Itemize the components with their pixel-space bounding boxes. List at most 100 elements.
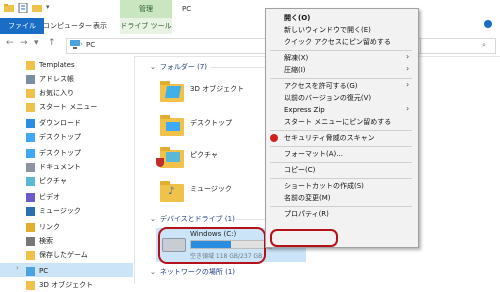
chevron-right-icon[interactable]: › bbox=[80, 40, 83, 48]
sidebar-item-label: 検索 bbox=[39, 237, 53, 245]
desktop-icon bbox=[26, 132, 35, 142]
menu-item[interactable]: 解凍(X) bbox=[284, 53, 308, 63]
sidebar-item[interactable]: スタート メニュー bbox=[26, 100, 97, 114]
search-icon[interactable]: ⌕ bbox=[482, 41, 486, 50]
chevron-down-icon[interactable]: ⌄ bbox=[150, 63, 156, 71]
divider bbox=[236, 219, 265, 220]
desktop-icon bbox=[26, 148, 35, 158]
desktop-icon bbox=[166, 122, 180, 131]
sidebar-item-label: デスクトップ bbox=[39, 133, 81, 141]
new-folder-icon[interactable] bbox=[32, 3, 42, 13]
document-icon bbox=[26, 162, 35, 172]
menu-separator bbox=[270, 206, 412, 207]
pc-icon bbox=[26, 266, 35, 276]
address-path: PC bbox=[86, 41, 96, 49]
properties-icon[interactable] bbox=[18, 2, 28, 14]
title-bar bbox=[0, 0, 500, 18]
folder-pictures[interactable]: ピクチャ bbox=[190, 150, 218, 160]
sidebar-item[interactable]: 保存したゲーム bbox=[26, 248, 88, 262]
sidebar-item[interactable]: ピクチャ bbox=[26, 174, 67, 188]
section-network-label: ネットワークの場所 (1) bbox=[159, 268, 236, 276]
properties-highlight-ring bbox=[270, 229, 338, 247]
shield-icon bbox=[156, 158, 164, 167]
link-icon bbox=[26, 222, 35, 232]
contextual-tab-label: 管理 bbox=[120, 0, 172, 18]
folder-icon bbox=[26, 250, 35, 260]
music-icon: ♪ bbox=[168, 186, 175, 197]
menu-item[interactable]: ショートカットの作成(S) bbox=[284, 181, 364, 191]
section-devices[interactable]: ⌄ デバイスとドライブ (1) bbox=[150, 214, 235, 224]
contacts-icon bbox=[26, 74, 35, 84]
tab-drive-tools[interactable]: ドライブ ツール bbox=[120, 18, 172, 34]
back-icon[interactable]: ← bbox=[6, 38, 14, 48]
help-icon[interactable] bbox=[484, 20, 492, 28]
video-icon bbox=[26, 192, 35, 202]
divider bbox=[210, 67, 265, 68]
section-network[interactable]: ⌄ ネットワークの場所 (1) bbox=[150, 267, 235, 277]
sidebar-item-label: デスクトップ bbox=[39, 149, 81, 157]
section-folders-label: フォルダー (7) bbox=[159, 63, 208, 71]
sidebar-item[interactable]: ミュージック bbox=[26, 204, 81, 218]
menu-item[interactable]: 圧縮(I) bbox=[284, 65, 306, 75]
sidebar-item[interactable]: リンク bbox=[26, 220, 60, 234]
sidebar-item-label: お気に入り bbox=[39, 89, 74, 97]
forward-icon[interactable]: → bbox=[20, 38, 28, 48]
menu-item[interactable]: Express Zip bbox=[284, 105, 325, 115]
menu-item[interactable]: セキュリティ脅威のスキャン bbox=[284, 133, 375, 143]
chevron-right-icon: › bbox=[406, 64, 410, 73]
sidebar-item[interactable]: デスクトップ bbox=[26, 146, 81, 160]
window-title: PC bbox=[182, 5, 192, 13]
sidebar-item-label: 保存したゲーム bbox=[39, 251, 88, 259]
chevron-right-icon: › bbox=[406, 80, 410, 89]
sidebar-item[interactable]: 検索 bbox=[26, 234, 53, 248]
sidebar-item-label: 3D オブジェクト bbox=[39, 281, 94, 289]
sidebar-item-label: Templates bbox=[39, 61, 75, 69]
sidebar-item-label: PC bbox=[39, 267, 49, 275]
sidebar-item[interactable]: 3D オブジェクト bbox=[26, 278, 93, 292]
menu-item[interactable]: クイック アクセスにピン留めする bbox=[284, 37, 391, 47]
menu-item[interactable]: 以前のバージョンの復元(V) bbox=[284, 93, 371, 103]
music-icon bbox=[26, 206, 35, 216]
menu-item[interactable]: プロパティ(R) bbox=[284, 209, 329, 219]
chevron-down-icon[interactable]: ▾ bbox=[46, 3, 56, 13]
up-icon[interactable]: ↑ bbox=[48, 38, 56, 48]
sidebar-item[interactable]: ダウンロード bbox=[26, 116, 81, 130]
chevron-down-icon[interactable]: ⌄ bbox=[150, 268, 156, 276]
quick-access-toolbar: ▾ bbox=[4, 2, 56, 14]
sidebar-item[interactable]: ビデオ bbox=[26, 190, 60, 204]
picture-icon bbox=[166, 152, 180, 162]
chevron-down-icon[interactable]: ⌄ bbox=[150, 215, 156, 223]
menu-item[interactable]: 名前の変更(M) bbox=[284, 193, 331, 203]
menu-item[interactable]: スタート メニューにピン留めする bbox=[284, 117, 391, 127]
sidebar-item[interactable]: Templates bbox=[26, 58, 75, 72]
3d-objects-icon bbox=[164, 86, 182, 98]
menu-separator bbox=[270, 146, 412, 147]
picture-icon bbox=[26, 176, 35, 186]
tab-view[interactable]: 表示 bbox=[88, 18, 112, 34]
sidebar-item[interactable]: デスクトップ bbox=[26, 130, 81, 144]
folder-3d-objects[interactable]: 3D オブジェクト bbox=[190, 84, 244, 94]
sidebar-item-label: ダウンロード bbox=[39, 119, 81, 127]
sidebar-item[interactable]: アドレス帳 bbox=[26, 72, 74, 86]
section-devices-label: デバイスとドライブ (1) bbox=[159, 215, 235, 223]
section-folders[interactable]: ⌄ フォルダー (7) bbox=[150, 62, 207, 72]
drive-highlight-ring bbox=[158, 227, 266, 264]
menu-item[interactable]: アクセスを許可する(G) bbox=[284, 81, 358, 91]
folder-desktop[interactable]: デスクトップ bbox=[190, 118, 232, 128]
sidebar-item-label: スタート メニュー bbox=[39, 103, 98, 111]
trend-micro-icon bbox=[270, 134, 278, 142]
sidebar-item[interactable]: お気に入り bbox=[26, 86, 74, 100]
menu-separator bbox=[270, 50, 412, 51]
menu-item[interactable]: 開く(O) bbox=[284, 13, 310, 23]
menu-separator bbox=[270, 162, 412, 163]
sidebar-item-label: アドレス帳 bbox=[39, 75, 74, 83]
sidebar-item[interactable]: ドキュメント bbox=[26, 160, 81, 174]
sidebar-item[interactable]: PC bbox=[26, 264, 48, 278]
chevron-right-icon[interactable]: › bbox=[16, 264, 19, 272]
folder-icon bbox=[4, 3, 14, 13]
recent-locations-icon[interactable]: ▾ bbox=[34, 38, 39, 48]
menu-item[interactable]: フォーマット(A)... bbox=[284, 149, 343, 159]
menu-item[interactable]: 新しいウィンドウで開く(E) bbox=[284, 25, 371, 35]
folder-music[interactable]: ミュージック bbox=[190, 184, 232, 194]
menu-item[interactable]: コピー(C) bbox=[284, 165, 315, 175]
